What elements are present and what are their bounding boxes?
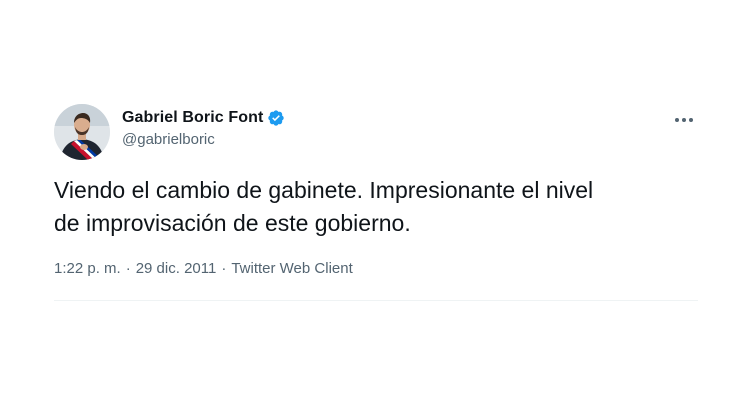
dot-icon — [682, 118, 686, 122]
tweet-time[interactable]: 1:22 p. m. — [54, 260, 121, 277]
meta-separator: · — [221, 260, 227, 277]
tweet-header: Gabriel Boric Font @gabrielboric — [122, 108, 285, 148]
avatar-image — [54, 104, 110, 160]
tweet-source[interactable]: Twitter Web Client — [231, 260, 352, 277]
dot-icon — [675, 118, 679, 122]
tweet-meta: 1:22 p. m. · 29 dic. 2011 · Twitter Web … — [54, 260, 353, 277]
tweet-date[interactable]: 29 dic. 2011 — [136, 260, 217, 277]
name-row: Gabriel Boric Font — [122, 108, 285, 128]
user-handle[interactable]: @gabrielboric — [122, 131, 285, 148]
tweet-text: Viendo el cambio de gabinete. Impresiona… — [54, 177, 594, 236]
dot-icon — [689, 118, 693, 122]
divider — [54, 300, 698, 301]
more-options-icon[interactable] — [672, 110, 696, 130]
display-name[interactable]: Gabriel Boric Font — [122, 109, 263, 127]
avatar[interactable] — [54, 104, 110, 160]
verified-badge-icon — [267, 109, 285, 127]
meta-separator: · — [125, 260, 131, 277]
tweet-card: Gabriel Boric Font @gabrielboric Viendo … — [54, 98, 698, 302]
